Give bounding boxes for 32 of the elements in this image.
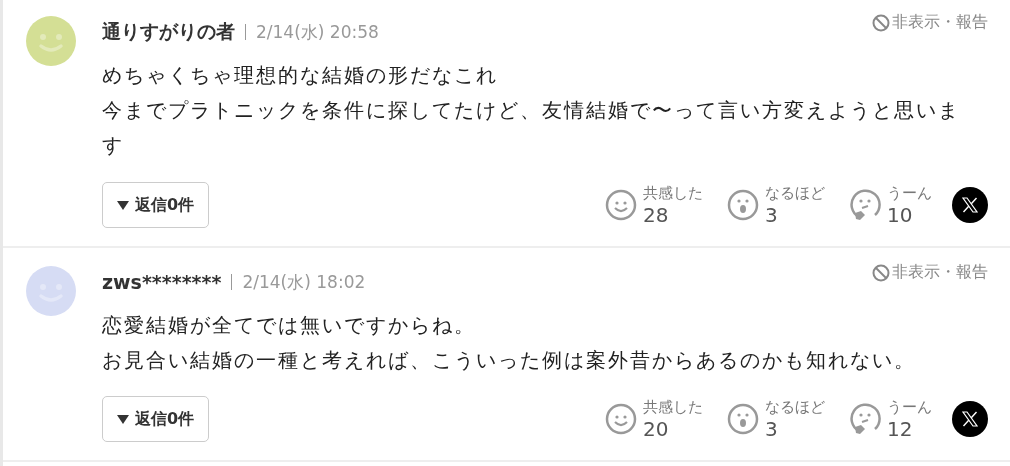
reaction-button[interactable]: なるほど 3 [727, 185, 825, 225]
surprised-face-icon [727, 189, 759, 221]
prohibited-icon [872, 263, 890, 282]
surprised-face-icon [727, 403, 759, 435]
comment-text: 今までプラトニックを条件に探してたけど、友情結婚で〜って言い方変えようと思います [102, 97, 961, 159]
replies-button[interactable]: 返信0件 [102, 396, 210, 442]
reaction-button[interactable]: うーん 12 [849, 399, 932, 439]
author-name: zws******** [102, 271, 222, 293]
comment-text: 恋愛結婚が全てでは無いですからね。 [102, 312, 477, 339]
reaction-button[interactable]: うーん 10 [849, 185, 932, 225]
x-logo-icon [962, 411, 978, 427]
x-logo-icon [962, 197, 978, 213]
thinking-face-icon [849, 403, 881, 435]
prohibited-icon [872, 13, 890, 32]
post-date: 2/14(水) 20:58 [256, 20, 379, 44]
post-date: 2/14(水) 18:02 [242, 270, 366, 294]
thinking-face-icon [849, 189, 881, 221]
caret-down-icon [117, 414, 129, 424]
caret-down-icon [117, 200, 129, 210]
smile-icon [605, 403, 637, 435]
share-x-button[interactable] [952, 401, 988, 437]
comment-text: お見合い結婚の一種と考えれば、こういった例は案外昔からあるのかも知れない。 [102, 347, 917, 374]
reaction-button[interactable]: 共感した 20 [605, 399, 703, 439]
comment-text: めちゃくちゃ理想的な結婚の形だなこれ [102, 62, 499, 89]
hide-report-link[interactable]: 非表示・報告 [872, 262, 988, 283]
reaction-button[interactable]: 共感した 28 [605, 185, 703, 225]
author-name: 通りすがりの者 [102, 19, 235, 44]
smile-icon [605, 189, 637, 221]
replies-button[interactable]: 返信0件 [102, 182, 210, 228]
reaction-button[interactable]: なるほど 3 [727, 399, 825, 439]
share-x-button[interactable] [952, 187, 988, 223]
hide-report-link[interactable]: 非表示・報告 [872, 12, 988, 33]
